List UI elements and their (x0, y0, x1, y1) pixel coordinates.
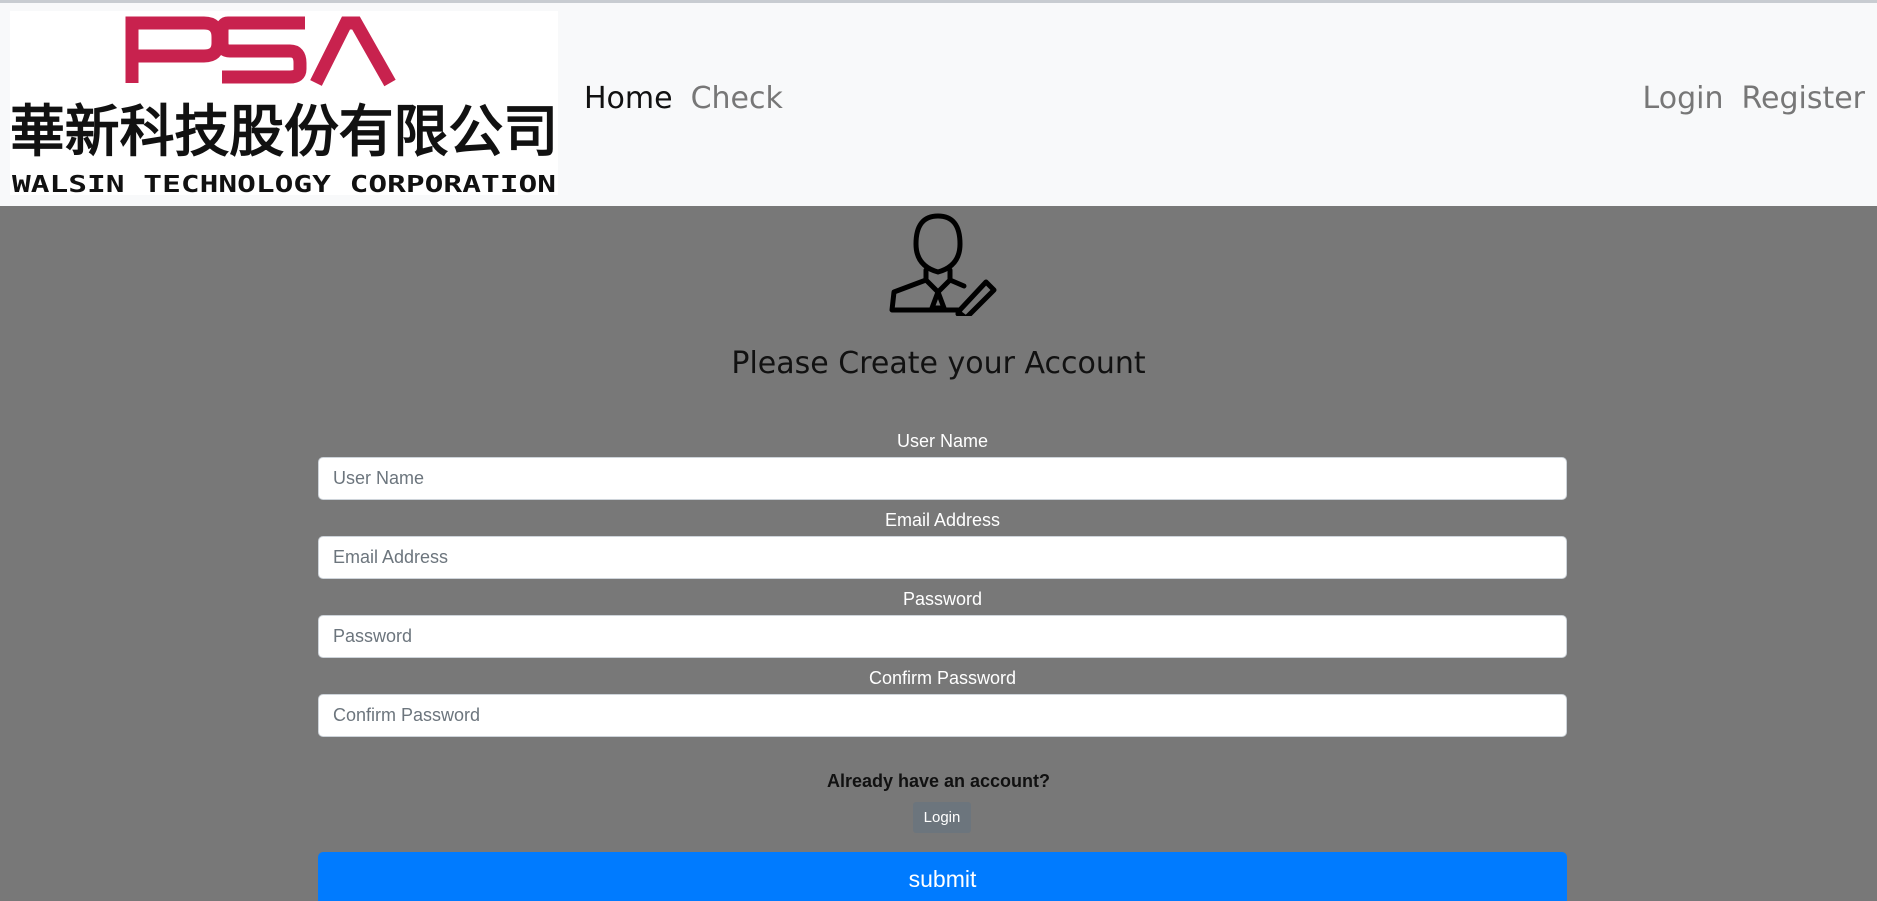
already-have-account-text: Already have an account? (826, 771, 1051, 791)
register-form: User Name Email Address Password Confirm… (318, 430, 1567, 746)
password-input[interactable] (318, 615, 1567, 658)
login-button[interactable]: Login (913, 802, 971, 833)
register-section: Please Create your Account User Name Ema… (0, 206, 1877, 901)
nav-login-link[interactable]: Login (1643, 79, 1724, 119)
submit-button[interactable]: submit (318, 852, 1567, 901)
nav-left-links: Home Check (584, 79, 783, 119)
confirm-password-label: Confirm Password (868, 668, 1017, 688)
nav-register-link[interactable]: Register (1741, 79, 1865, 119)
page-heading: Please Create your Account (731, 346, 1146, 381)
navbar: 華新科技股份有限公司 WALSIN TECHNOLOGY CORPORATION… (0, 3, 1877, 206)
logo-chinese-text: 華新科技股份有限公司 (10, 100, 558, 165)
email-input[interactable] (318, 536, 1567, 579)
confirm-password-input[interactable] (318, 694, 1567, 737)
username-input[interactable] (318, 457, 1567, 500)
company-logo[interactable]: 華新科技股份有限公司 WALSIN TECHNOLOGY CORPORATION (10, 11, 558, 195)
user-edit-icon (889, 213, 997, 316)
password-label: Password (902, 589, 983, 609)
nav-check-link[interactable]: Check (691, 79, 783, 119)
nav-right-links: Login Register (1643, 79, 1865, 119)
email-label: Email Address (884, 510, 1001, 530)
username-label: User Name (896, 431, 989, 451)
logo-english-text: WALSIN TECHNOLOGY CORPORATION (12, 172, 556, 195)
nav-home-link[interactable]: Home (584, 79, 673, 119)
